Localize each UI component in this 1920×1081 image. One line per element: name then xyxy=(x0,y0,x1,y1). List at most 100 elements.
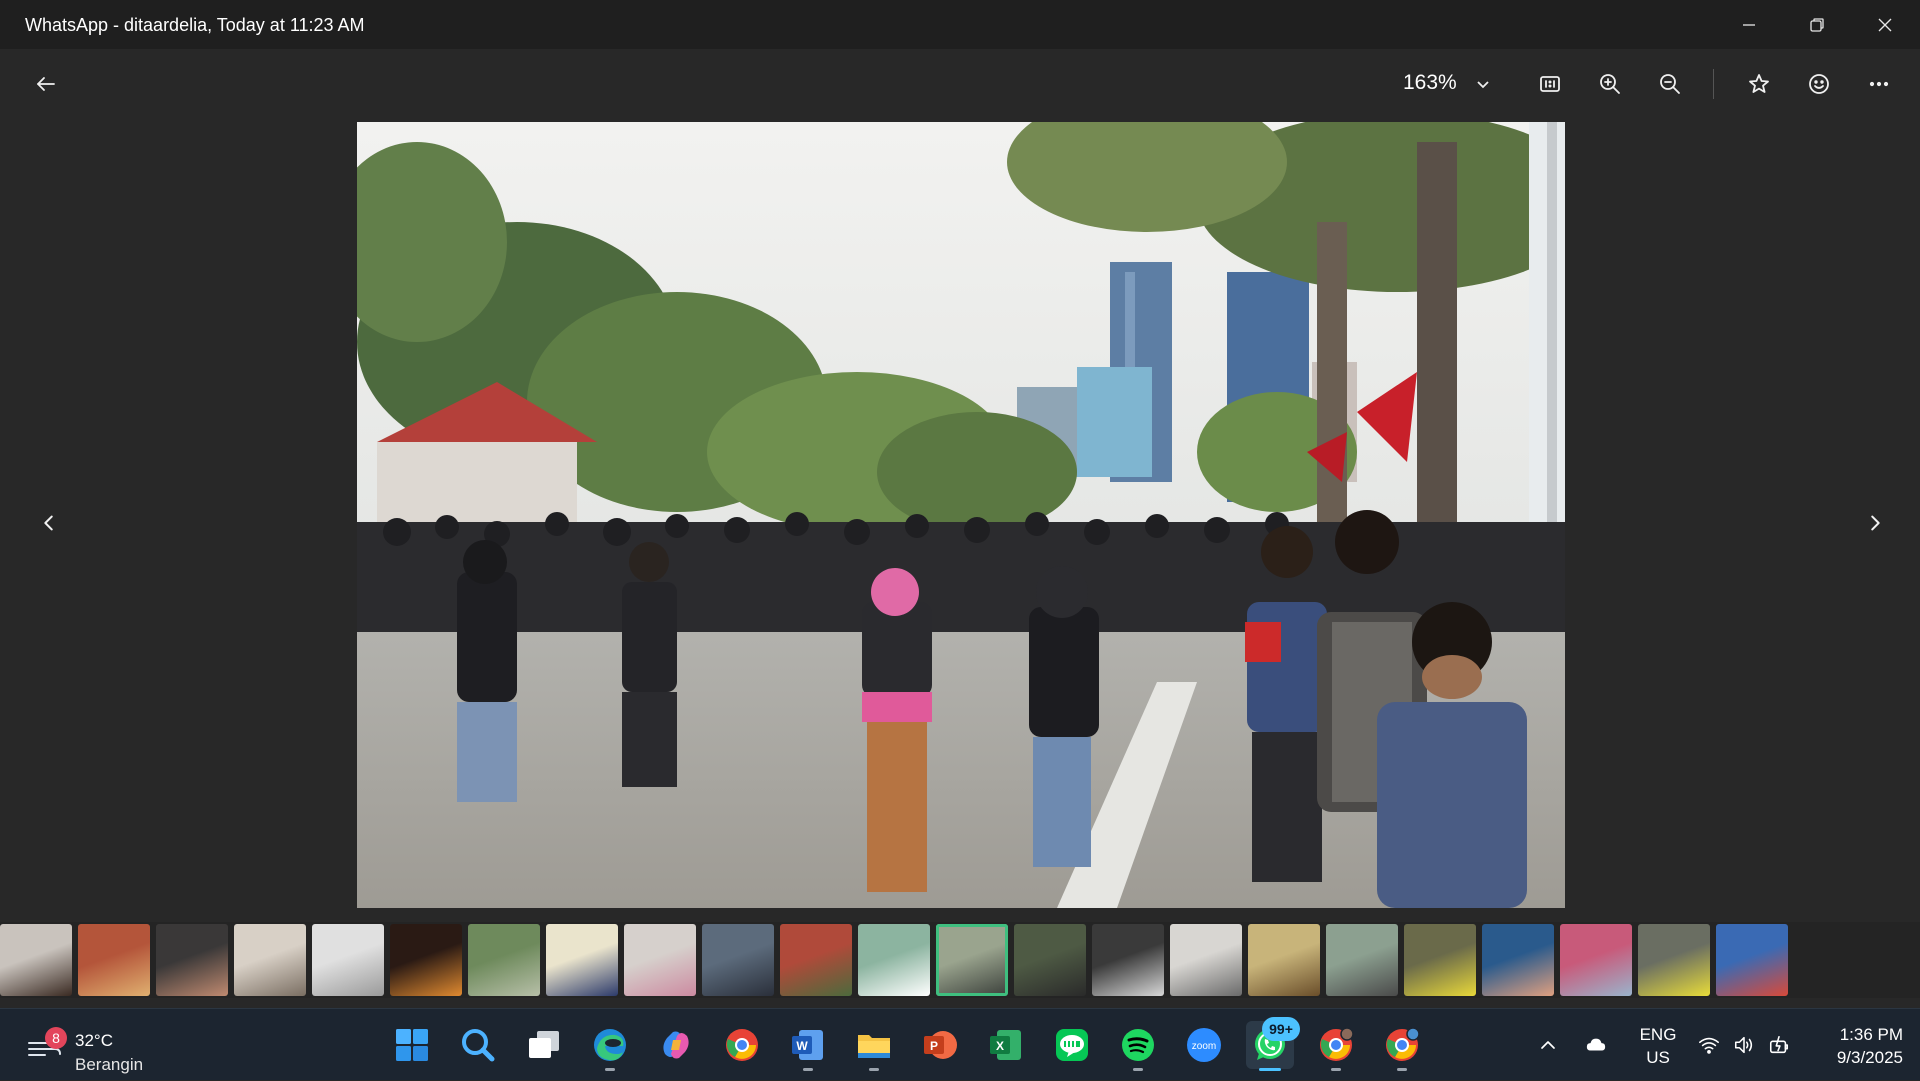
thumbnail[interactable] xyxy=(156,924,228,996)
zoom-icon: zoom xyxy=(1187,1028,1221,1062)
search-button[interactable] xyxy=(454,1021,502,1069)
battery-charging-icon xyxy=(1769,1035,1789,1054)
toolbar-divider xyxy=(1713,69,1714,99)
thumbnail-image xyxy=(1248,924,1320,996)
chrome-profile-2-app[interactable] xyxy=(1378,1021,1426,1071)
thumbnail-image xyxy=(312,924,384,996)
minimize-button[interactable] xyxy=(1715,0,1783,49)
main-image[interactable] xyxy=(357,122,1565,908)
word-icon: W xyxy=(792,1030,823,1060)
chrome-app[interactable] xyxy=(718,1021,766,1069)
active-indicator xyxy=(1259,1068,1281,1071)
thumbnail[interactable] xyxy=(1248,924,1320,996)
thumbnail[interactable] xyxy=(546,924,618,996)
chrome-profile-app[interactable] xyxy=(1312,1021,1360,1071)
svg-text:W: W xyxy=(796,1039,808,1053)
weather-widget[interactable]: 8 32°C Berangin xyxy=(25,1019,185,1074)
thumbnail[interactable] xyxy=(1560,924,1632,996)
thumbnail-image xyxy=(1014,924,1086,996)
back-button[interactable] xyxy=(25,63,67,105)
line-app[interactable] xyxy=(1048,1021,1096,1069)
start-button[interactable] xyxy=(388,1021,436,1069)
thumbnail[interactable] xyxy=(1716,924,1788,996)
close-button[interactable] xyxy=(1851,0,1919,49)
running-indicator xyxy=(1331,1068,1341,1071)
actual-size-button[interactable] xyxy=(1529,63,1571,105)
thumbnail[interactable] xyxy=(858,924,930,996)
show-hidden-icons-button[interactable] xyxy=(1530,1009,1566,1081)
weather-temperature: 32°C xyxy=(75,1031,113,1050)
thumbnail-selected[interactable] xyxy=(936,924,1008,996)
thumbnail[interactable] xyxy=(78,924,150,996)
thumbnail[interactable] xyxy=(1482,924,1554,996)
edge-app[interactable] xyxy=(586,1021,634,1071)
zoom-logo-text: zoom xyxy=(1192,1041,1216,1052)
thumbnail[interactable] xyxy=(1170,924,1242,996)
thumbnail[interactable] xyxy=(1326,924,1398,996)
thumbnail-image xyxy=(468,924,540,996)
favorite-button[interactable] xyxy=(1738,63,1780,105)
thumbnail[interactable] xyxy=(1404,924,1476,996)
thumbnail[interactable] xyxy=(702,924,774,996)
word-app[interactable]: W xyxy=(784,1021,832,1071)
more-options-button[interactable] xyxy=(1858,63,1900,105)
thumbnail-image xyxy=(1560,924,1632,996)
whatsapp-app[interactable]: 99+ xyxy=(1246,1017,1300,1071)
copilot-app[interactable] xyxy=(652,1021,700,1069)
weather-condition: Berangin xyxy=(75,1055,144,1074)
chevron-right-icon xyxy=(1871,515,1880,531)
input-language[interactable]: ENG US xyxy=(1628,1023,1688,1069)
thumbnail[interactable] xyxy=(1092,924,1164,996)
thumbnail[interactable] xyxy=(390,924,462,996)
thumbnail[interactable] xyxy=(1014,924,1086,996)
search-icon xyxy=(462,1029,495,1062)
network-button[interactable] xyxy=(1692,1009,1726,1081)
zoom-out-button[interactable] xyxy=(1649,63,1691,105)
spotify-app[interactable] xyxy=(1114,1021,1162,1071)
running-indicator xyxy=(869,1068,879,1071)
thumbnail[interactable] xyxy=(468,924,540,996)
react-button[interactable] xyxy=(1798,63,1840,105)
thumbnail[interactable] xyxy=(234,924,306,996)
clock-date: 9/3/2025 xyxy=(1836,1048,1903,1067)
thumbnail-image xyxy=(156,924,228,996)
line-icon xyxy=(1056,1029,1088,1061)
file-explorer-app[interactable] xyxy=(850,1021,898,1071)
system-clock[interactable]: 1:36 PM 9/3/2025 xyxy=(1803,1023,1903,1069)
powerpoint-app[interactable]: P xyxy=(916,1021,964,1069)
running-indicator xyxy=(1133,1068,1143,1071)
minimize-icon xyxy=(1743,23,1755,26)
zoom-in-button[interactable] xyxy=(1589,63,1631,105)
battery-button[interactable] xyxy=(1762,1009,1796,1081)
thumbnail[interactable] xyxy=(1638,924,1710,996)
thumbnail-image xyxy=(1170,924,1242,996)
restore-icon xyxy=(1810,17,1824,32)
language-region: US xyxy=(1646,1048,1670,1067)
speaker-icon xyxy=(1734,1036,1753,1054)
zoom-app[interactable]: zoom xyxy=(1180,1021,1228,1069)
emoji-icon xyxy=(1809,74,1829,94)
onedrive-button[interactable] xyxy=(1578,1009,1614,1081)
previous-image-button[interactable] xyxy=(31,505,67,541)
spotify-icon xyxy=(1122,1029,1154,1061)
thumbnail[interactable] xyxy=(312,924,384,996)
running-indicator xyxy=(605,1068,615,1071)
window-title: WhatsApp - ditaardelia, Today at 11:23 A… xyxy=(25,15,365,35)
thumbnail-image xyxy=(1482,924,1554,996)
thumbnail[interactable] xyxy=(624,924,696,996)
thumbnail-image xyxy=(1404,924,1476,996)
thumbnail[interactable] xyxy=(780,924,852,996)
thumbnail-image xyxy=(624,924,696,996)
thumbnail-image xyxy=(858,924,930,996)
chevron-up-icon xyxy=(1541,1041,1555,1049)
task-view-button[interactable] xyxy=(520,1021,568,1069)
zoom-level[interactable]: 163% xyxy=(1403,71,1457,95)
thumbnail[interactable] xyxy=(0,924,72,996)
next-image-button[interactable] xyxy=(1857,505,1893,541)
excel-app[interactable]: X xyxy=(982,1021,1030,1069)
thumbnail-image xyxy=(1716,924,1788,996)
restore-button[interactable] xyxy=(1783,0,1851,49)
svg-text:X: X xyxy=(996,1039,1004,1053)
volume-button[interactable] xyxy=(1727,1009,1761,1081)
zoom-dropdown[interactable] xyxy=(1470,71,1496,97)
